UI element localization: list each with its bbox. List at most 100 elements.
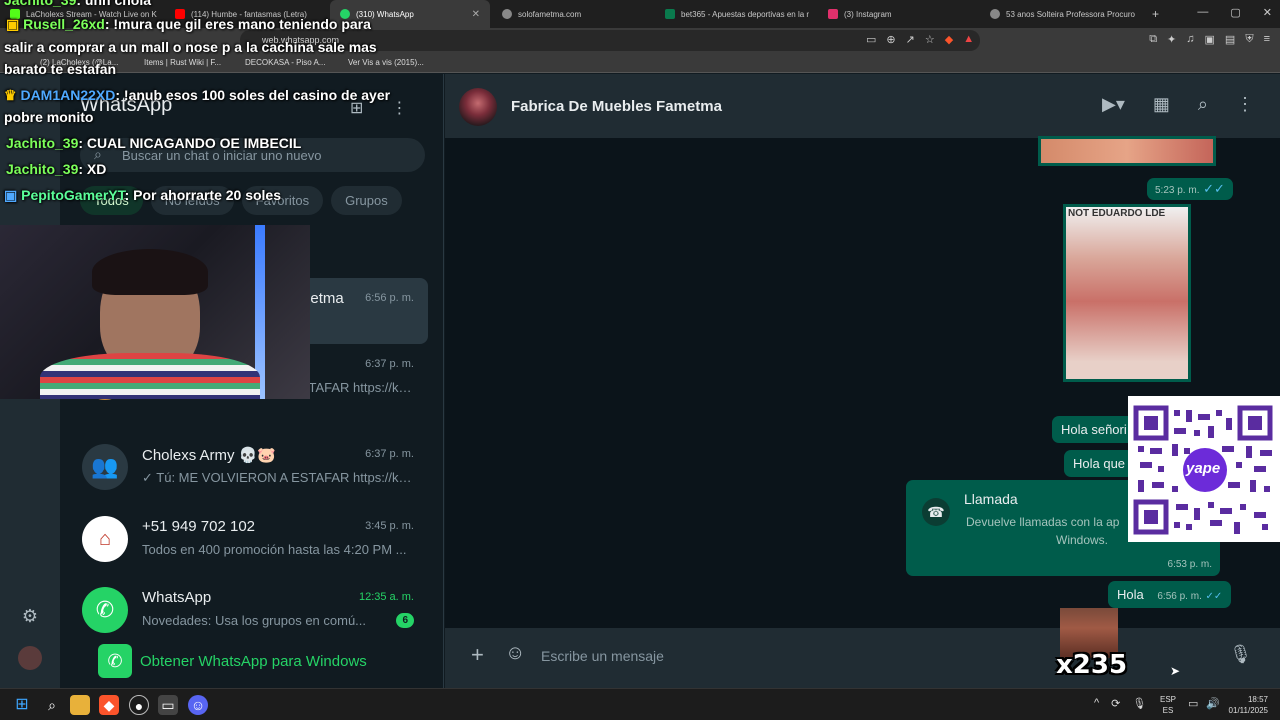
more-options-icon[interactable]: ⋮ <box>1236 94 1254 115</box>
puzzle-icon[interactable]: ✦ <box>1167 33 1176 46</box>
mouse-cursor-icon: ➤ <box>1170 664 1181 678</box>
chat-item-whatsapp[interactable]: ✆ WhatsApp 12:35 a. m. Novedades: Usa lo… <box>62 577 428 643</box>
sticker-icon[interactable]: ☺ <box>505 642 525 665</box>
screen-icon[interactable]: ▭ <box>866 33 876 46</box>
bookmark-icon[interactable]: ☆ <box>925 33 935 46</box>
webcam-overlay <box>0 225 310 399</box>
attach-icon[interactable]: + <box>471 642 484 668</box>
house-logo-icon: ⌂ <box>82 516 128 562</box>
zoom-icon[interactable]: ⊕ <box>886 33 895 46</box>
tab-bet365[interactable]: bet365 - Apuestas deportivas en la r <box>655 0 815 28</box>
search-icon[interactable]: ⌕ <box>1198 94 1208 115</box>
url-action-icons: ▭ ⊕ ↗ ☆ ◆ ▲ <box>866 33 974 46</box>
yape-logo: yape <box>1186 460 1221 477</box>
read-receipt-icon: ✓✓ <box>1203 181 1225 196</box>
discord-icon[interactable]: ☺ <box>188 695 208 715</box>
yape-qr-code: yape <box>1128 396 1280 542</box>
system-tray: ^ ⟳ 🎙 <box>1094 697 1146 710</box>
video-call-icon[interactable]: ▶▾ <box>1102 94 1125 115</box>
chat-line: ▣ PepitoGamerYT: Por ahorrarte 20 soles <box>4 187 282 203</box>
message-composer: + ☺ Escribe un mensaje 🎙 <box>445 628 1280 688</box>
bookmark-item[interactable]: Items | Rust Wiki | F... <box>144 58 221 67</box>
group-icon: 👥 <box>82 444 128 490</box>
obs-icon[interactable]: ● <box>129 695 149 715</box>
read-receipt-icon: ✓✓ <box>1205 591 1223 602</box>
badge-icon: ▣ <box>4 187 18 203</box>
share-icon[interactable]: ↗ <box>906 33 915 46</box>
settings-icon[interactable]: ⚙ <box>18 606 42 630</box>
windows-start-icon[interactable]: ⊞ <box>12 695 32 715</box>
bookmark-item[interactable]: Ver Vis a vis (2015)... <box>348 58 424 67</box>
mic-icon[interactable]: 🎙 <box>1229 644 1252 665</box>
clock[interactable]: 18:57 01/11/2025 <box>1229 694 1268 716</box>
striped-shirt <box>40 353 260 399</box>
whatsapp-icon: ✆ <box>82 587 128 633</box>
tab-solofametma[interactable]: solofametma.com <box>492 0 652 28</box>
message-input[interactable]: Escribe un mensaje <box>541 648 664 664</box>
chat-header[interactable]: Fabrica De Muebles Fametma ▶▾ ▦ ⌕ ⋮ <box>445 74 1280 138</box>
chat-line: Jachito_39: CUAL NICAGANDO OE IMBECIL <box>6 135 302 151</box>
chat-name: WhatsApp <box>142 589 212 606</box>
brave-icon[interactable]: ◆ <box>99 695 119 715</box>
bookmark-item[interactable]: DECOKASA - Piso A... <box>245 58 325 67</box>
new-tab-button[interactable]: + <box>1142 0 1162 28</box>
chat-preview: Novedades: Usa los grupos en comú... <box>142 613 367 628</box>
brave-rewards-icon[interactable]: ▲ <box>963 33 974 46</box>
tab-instagram[interactable]: (3) Instagram <box>818 0 978 28</box>
wallet-icon[interactable]: ▤ <box>1225 33 1235 46</box>
chat-time: 6:37 p. m. <box>365 448 414 460</box>
search-icon[interactable]: ⌕ <box>42 695 62 715</box>
chat-item-cholexs-army[interactable]: 👥 Cholexs Army 💀🐷 6:37 p. m. ✓ Tú: ME VO… <box>62 434 428 500</box>
quick-settings[interactable]: ▭ 🔊 <box>1188 697 1220 710</box>
bookmarks-bar: (2) LaCholexs (@La... Items | Rust Wiki … <box>0 53 1280 73</box>
sync-icon[interactable]: ⟳ <box>1111 697 1120 710</box>
image-message[interactable] <box>1038 136 1216 166</box>
missed-call-icon: ☎ <box>922 498 950 526</box>
message-bubble: Hola 6:56 p. m. ✓✓ <box>1108 581 1232 608</box>
maximize-icon[interactable]: ▢ <box>1230 6 1240 19</box>
file-explorer-icon[interactable] <box>70 695 90 715</box>
minimize-icon[interactable]: — <box>1197 6 1208 19</box>
extension-icon[interactable]: ⧉ <box>1149 33 1157 46</box>
language-indicator[interactable]: ESP ES <box>1160 694 1176 716</box>
message-bubble: Hola que <box>1064 450 1135 477</box>
chat-line: Jachito_39: uhh chola <box>4 0 152 8</box>
windows-taskbar: ⊞ ⌕ ◆ ● ▭ ☺ ^ ⟳ 🎙 ESP ES ▭ 🔊 18:57 01/11… <box>0 688 1280 720</box>
chat-time: 3:45 p. m. <box>365 520 414 532</box>
chat-preview: Todos en 400 promoción hasta las 4:20 PM… <box>142 542 407 557</box>
close-tab-icon[interactable]: ✕ <box>472 9 480 20</box>
conversation-panel: Fabrica De Muebles Fametma ▶▾ ▦ ⌕ ⋮ 5:23… <box>445 74 1280 688</box>
chat-line: ♛ DAM1AN22XD: !anub esos 100 soles del c… <box>4 87 391 103</box>
unread-badge: 6 <box>396 613 414 628</box>
sidebar-icon[interactable]: ▣ <box>1205 33 1215 46</box>
contact-avatar[interactable] <box>459 88 497 126</box>
chat-time: 6:37 p. m. <box>365 358 414 370</box>
chevron-up-icon[interactable]: ^ <box>1094 697 1099 710</box>
profile-avatar[interactable] <box>18 646 42 670</box>
chat-line: ▣ Rusell_26xd: !mura que gil eres mano t… <box>6 16 371 32</box>
streamer-hair <box>92 249 208 295</box>
chat-line: salir a comprar a un mall o nose p a la … <box>4 39 377 55</box>
shield-icon[interactable]: ⛨ <box>1245 33 1253 46</box>
mic-icon[interactable]: 🎙 <box>1132 697 1146 710</box>
chat-name: Cholexs Army 💀🐷 <box>142 447 277 464</box>
close-window-icon[interactable]: ✕ <box>1263 6 1272 19</box>
filter-grupos[interactable]: Grupos <box>331 186 402 215</box>
catalog-icon[interactable]: ▦ <box>1153 94 1170 115</box>
globe-icon <box>502 9 512 19</box>
volume-icon: 🔊 <box>1206 698 1221 710</box>
more-options-icon[interactable]: ⋮ <box>391 98 407 118</box>
tab-professora[interactable]: 53 anos Solteira Professora Procuro <box>980 0 1140 28</box>
sticker-image[interactable]: NOT EDUARDO LDE <box>1063 204 1191 382</box>
image-timestamp: 5:23 p. m. ✓✓ <box>1147 178 1233 200</box>
chat-time: 12:35 a. m. <box>358 591 414 603</box>
get-whatsapp-windows[interactable]: ✆ Obtener WhatsApp para Windows <box>98 644 367 678</box>
contact-name[interactable]: Fabrica De Muebles Fametma <box>511 98 722 115</box>
chat-item-phone[interactable]: ⌂ +51 949 702 102 3:45 p. m. Todos en 40… <box>62 506 428 572</box>
music-icon[interactable]: ♫ <box>1186 33 1194 46</box>
menu-icon[interactable]: ≡ <box>1264 33 1270 46</box>
chat-name: +51 949 702 102 <box>142 518 256 535</box>
terminal-icon[interactable]: ▭ <box>158 695 178 715</box>
brave-shield-icon[interactable]: ◆ <box>945 33 953 46</box>
chat-header-actions: ▶▾ ▦ ⌕ ⋮ <box>1102 94 1254 115</box>
